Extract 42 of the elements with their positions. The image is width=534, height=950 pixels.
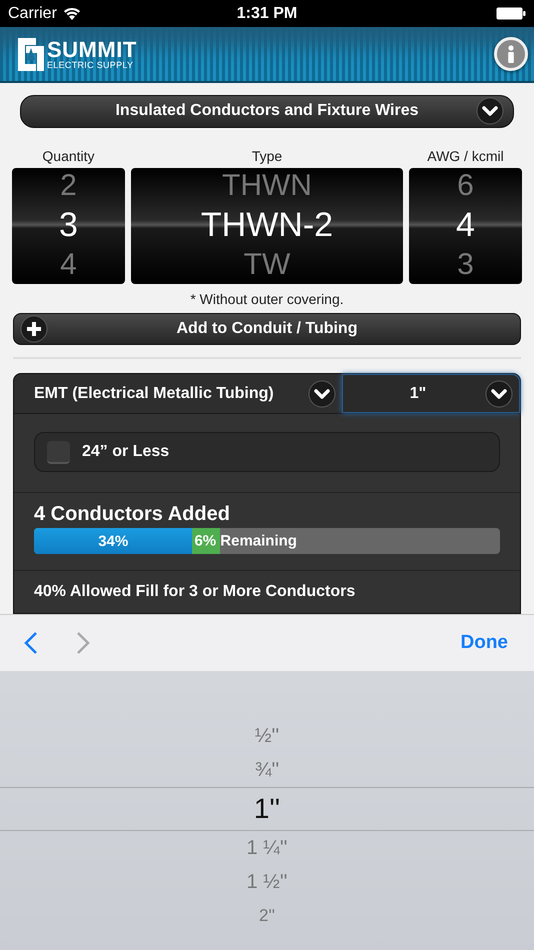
wheel-option[interactable]: 6: [457, 171, 474, 202]
size-picker[interactable]: ½'' ¾'' 1'' 1 ¼'' 1 ½'' 2'': [0, 671, 534, 950]
remaining-label: 6% Remaining: [193, 532, 297, 550]
picker-wheel[interactable]: THWN THWN-2 TW: [131, 168, 403, 284]
wheel-option[interactable]: THWN-2: [200, 208, 334, 242]
wheel-label: AWG / kcmil: [427, 148, 504, 164]
wheel-option[interactable]: 3: [457, 250, 474, 280]
logo-icon: [18, 38, 44, 70]
note-text: * Without outer covering.: [189, 290, 345, 306]
brand-name: SUMMIT: [47, 38, 137, 60]
wheel-option[interactable]: 2: [60, 171, 77, 202]
plus-icon: [20, 314, 48, 343]
battery-icon: [496, 7, 526, 20]
picker-wheel[interactable]: 2 3 4: [12, 168, 125, 284]
wheel-option[interactable]: 4: [60, 250, 77, 280]
wheel-option[interactable]: THWN: [222, 171, 312, 202]
chevron-down-icon: [308, 380, 336, 408]
picker-option[interactable]: 1'': [0, 787, 534, 831]
wheel-label: Type: [252, 148, 282, 164]
info-icon: [507, 45, 515, 63]
chevron-right-icon: [76, 631, 90, 655]
wheel-label: Quantity: [42, 148, 95, 164]
allowance-title: 40% Allowed Fill for 3 or More Conductors: [33, 582, 356, 602]
chevron-down-icon: [476, 97, 504, 126]
picker-wheel[interactable]: 6 4 3: [409, 168, 522, 284]
fill-title: 4 Conductors Added: [34, 503, 231, 526]
wifi-icon: [62, 7, 81, 20]
fill-percent: 34%: [98, 532, 128, 550]
brand-tagline: ELECTRIC SUPPLY: [47, 60, 134, 70]
wheel-option[interactable]: TW: [244, 250, 290, 280]
chevron-left-icon: [24, 631, 38, 655]
add-button[interactable]: Add to Conduit / Tubing: [13, 312, 521, 345]
carrier-label: Carrier: [8, 4, 57, 22]
length-checkbox[interactable]: 24” or Less: [34, 432, 500, 472]
chevron-down-icon: [485, 380, 513, 408]
wheel-option[interactable]: 4: [456, 208, 475, 242]
category-dropdown[interactable]: Insulated Conductors and Fixture Wires: [20, 95, 514, 128]
info-button[interactable]: [494, 37, 528, 71]
conduit-size-dropdown[interactable]: 1": [342, 374, 520, 413]
clock-time: 1:31 PM: [236, 4, 298, 22]
conduit-type-dropdown[interactable]: EMT (Electrical Metallic Tubing): [14, 374, 342, 413]
wheel-option[interactable]: 3: [59, 208, 78, 242]
